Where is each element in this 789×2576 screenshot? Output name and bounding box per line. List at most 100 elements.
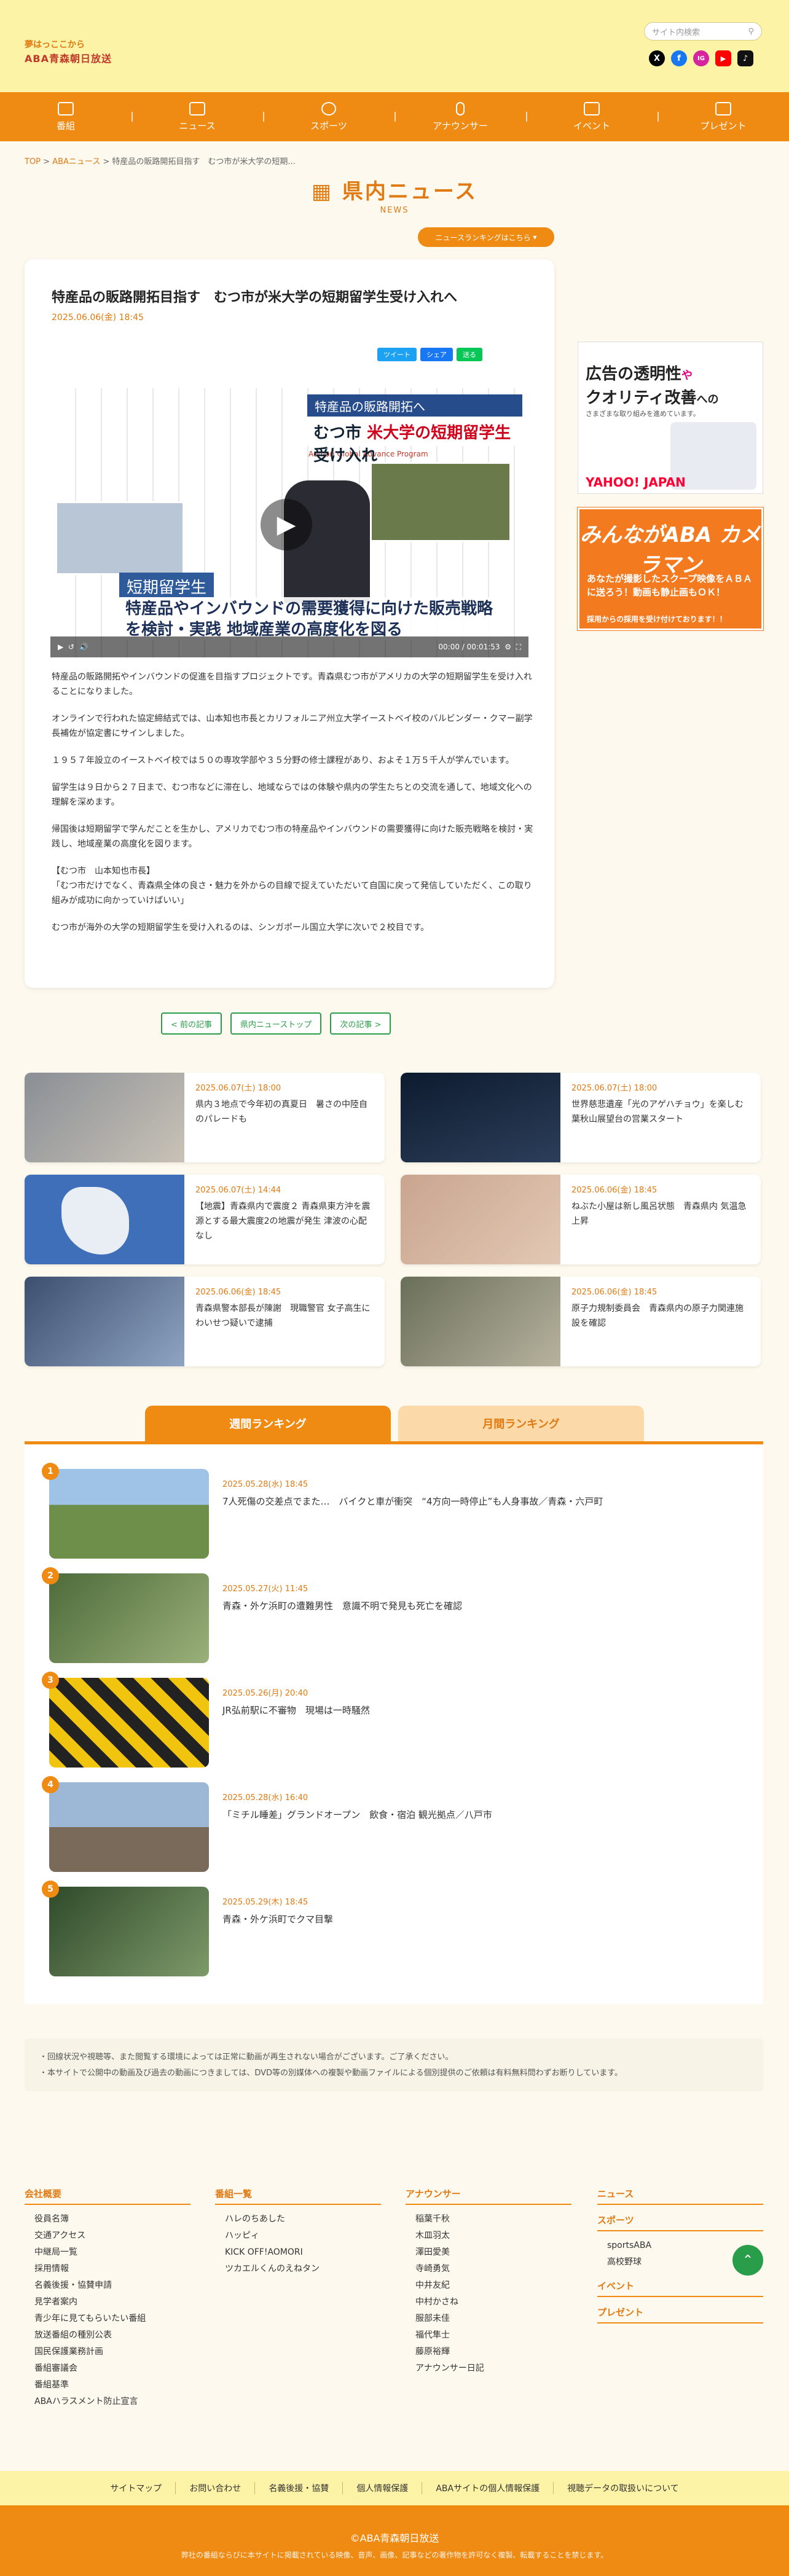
footer-bottom-link[interactable]: ABAサイトの個人情報保護 — [422, 2482, 553, 2494]
footer-heading[interactable]: 会社概要 — [25, 2187, 190, 2205]
footer-link[interactable]: 番組審議会 — [25, 2360, 190, 2377]
footer-link[interactable]: 中井友紀 — [406, 2277, 571, 2294]
footer-heading[interactable]: 番組一覧 — [215, 2187, 381, 2205]
back-to-top-icon[interactable]: ⌃ — [732, 2245, 763, 2276]
related-card[interactable]: 2025.06.06(金) 18:45 原子力規制委員会 青森県内の原子力関連施… — [401, 1277, 761, 1366]
related-card[interactable]: 2025.06.06(金) 18:45 青森県警本部長が陳謝 現職警官 女子高生… — [25, 1277, 385, 1366]
footer-link[interactable]: 役員名簿 — [25, 2211, 190, 2228]
footer-link[interactable]: 木皿羽太 — [406, 2228, 571, 2244]
footer-heading[interactable]: イベント — [597, 2279, 763, 2297]
ranking-item[interactable]: 2 2025.05.27(火) 11:45 青森・外ケ浜町の遭難男性 意識不明で… — [42, 1567, 725, 1666]
footer-link[interactable]: 採用情報 — [25, 2261, 190, 2277]
footer-link[interactable]: KICK OFF!AOMORI — [215, 2244, 381, 2261]
ranking-item[interactable]: 3 2025.05.26(月) 20:40 JR弘前駅に不審物 現場は一時騒然 — [42, 1672, 725, 1770]
footer-link[interactable]: 青少年に見てもらいたい番組 — [25, 2311, 190, 2327]
instagram-icon[interactable]: IG — [693, 50, 709, 66]
related-card[interactable]: 2025.06.07(土) 14:44 【地震】青森県内で震度２ 青森県東方沖を… — [25, 1175, 385, 1264]
footer-bottom-link[interactable]: 視聴データの取扱いについて — [553, 2482, 693, 2494]
nav-present[interactable]: プレゼント — [658, 92, 789, 141]
facebook-share-button[interactable]: シェア — [420, 348, 453, 361]
card-thumbnail — [25, 1277, 184, 1366]
tab-weekly-ranking[interactable]: 週間ランキング — [145, 1406, 391, 1441]
ranking-title: 青森・外ケ浜町でクマ目撃 — [222, 1914, 334, 1925]
card-date: 2025.06.07(土) 18:00 — [195, 1084, 281, 1093]
play-control-icon[interactable]: ▶ ↺ 🔊 — [58, 643, 88, 651]
footer-heading[interactable]: アナウンサー — [406, 2187, 571, 2205]
video-band-top: 特産品の販路開拓へ — [307, 394, 522, 417]
facebook-icon[interactable]: f — [671, 50, 687, 66]
x-icon[interactable]: X — [649, 50, 665, 66]
youtube-icon[interactable]: ▶ — [715, 50, 731, 66]
footer-link[interactable]: 中村かさね — [406, 2294, 571, 2311]
footer-bottom-link[interactable]: サイトマップ — [96, 2482, 175, 2494]
footer-link[interactable]: 番組基準 — [25, 2377, 190, 2394]
footer-link[interactable]: ツカエルくんのえねタン — [215, 2261, 381, 2277]
footer-link[interactable]: 服部未佳 — [406, 2311, 571, 2327]
article-pager: < 前の記事 県内ニューストップ 次の記事 > — [161, 1012, 391, 1035]
footer-link[interactable]: 藤原裕輝 — [406, 2344, 571, 2360]
ranking-item[interactable]: 1 2025.05.28(水) 18:45 7人死傷の交差点でまた… バイクと車… — [42, 1463, 725, 1561]
ranking-link-button[interactable]: ニュースランキングはこちら ▾ — [418, 227, 554, 247]
card-title: 原子力規制委員会 青森県内の原子力関連施設を確認 — [571, 1304, 744, 1328]
footer-link[interactable]: 稲葉千秋 — [406, 2211, 571, 2228]
band-emphasis: 米大学の短期留学生 — [367, 424, 511, 442]
footer-link[interactable]: 国民保護業務計画 — [25, 2344, 190, 2360]
nav-news[interactable]: ニュース — [132, 92, 263, 141]
yahoo-logo: YAHOO! JAPAN — [586, 475, 686, 490]
footer-link[interactable]: ABAハラスメント防止宣言 — [25, 2394, 190, 2410]
footer-link[interactable]: 見学者案内 — [25, 2294, 190, 2311]
crumb-news[interactable]: ABAニュース — [52, 157, 100, 166]
video-time: 00:00 / 00:01:53 — [438, 642, 500, 651]
fullscreen-icon[interactable]: ⛶ — [516, 643, 521, 651]
footer-link[interactable]: ハッピィ — [215, 2228, 381, 2244]
footer-link[interactable]: 寺崎勇気 — [406, 2261, 571, 2277]
nav-sports[interactable]: スポーツ — [263, 92, 394, 141]
yahoo-ad-banner[interactable]: 広告の透明性や クオリティ改善への さまざまな取り組みを進めています。 YAHOO… — [578, 342, 763, 494]
tweet-button[interactable]: ツイート — [377, 348, 417, 361]
tab-monthly-ranking[interactable]: 月間ランキング — [398, 1406, 644, 1441]
next-article-button[interactable]: 次の記事 > — [330, 1012, 391, 1035]
section-heading: ▦ 県内ニュース NEWS — [0, 174, 789, 215]
settings-icon[interactable]: ⚙ — [504, 643, 511, 651]
nav-programs[interactable]: 番組 — [0, 92, 132, 141]
footer-heading[interactable]: スポーツ — [597, 2214, 763, 2231]
footer-bottom-link[interactable]: 個人情報保護 — [342, 2482, 422, 2494]
footer-link[interactable]: 中継局一覧 — [25, 2244, 190, 2261]
footer-link[interactable]: アナウンサー日記 — [406, 2360, 571, 2377]
footer-link[interactable]: 名義後援・協賛申請 — [25, 2277, 190, 2294]
footer-link[interactable]: 澤田愛美 — [406, 2244, 571, 2261]
video-player[interactable]: Aomori Global Advance Program 特産品の販路開拓へ … — [50, 388, 528, 657]
footer-link[interactable]: ハレのちあした — [215, 2211, 381, 2228]
footer-link[interactable]: 放送番組の種別公表 — [25, 2327, 190, 2344]
footer-bottom-link[interactable]: 名義後援・協賛 — [254, 2482, 342, 2494]
footer-heading[interactable]: ニュース — [597, 2187, 763, 2205]
camera-ad-banner[interactable]: みんながABA カメラマン あなたが撮影したスクープ映像をＡＢＡに送ろう！動画も… — [577, 507, 764, 631]
related-card[interactable]: 2025.06.07(土) 18:00 県内３地点で今年初の真夏日 暑さの中陸自… — [25, 1073, 385, 1162]
tiktok-icon[interactable]: ♪ — [737, 50, 753, 66]
footer-link[interactable]: 交通アクセス — [25, 2228, 190, 2244]
ranking-item[interactable]: 5 2025.05.29(木) 18:45 青森・外ケ浜町でクマ目撃 — [42, 1881, 725, 1979]
crumb-top[interactable]: TOP — [25, 157, 41, 166]
ranking-thumbnail — [49, 1469, 209, 1559]
band-prefix: むつ市 — [313, 424, 367, 442]
site-logo[interactable]: 夢はっここから ABA青森朝日放送 — [25, 38, 147, 71]
article-paragraph: 特産品の販路開拓やインバウンドの促進を目指すプロジェクトです。青森県むつ市がアメ… — [52, 672, 532, 697]
card-title: 【地震】青森県内で震度２ 青森県東方沖を震源とする最大震度2の地震が発生 津波の… — [195, 1202, 371, 1241]
ranking-title: JR弘前駅に不審物 現場は一時騒然 — [222, 1705, 370, 1716]
news-top-button[interactable]: 県内ニューストップ — [230, 1012, 322, 1035]
footer-heading[interactable]: プレゼント — [597, 2306, 763, 2323]
footer-link[interactable]: 福代隼士 — [406, 2327, 571, 2344]
ad2-footer: 採用からの採用を受け付けております！！ — [587, 615, 727, 624]
related-card[interactable]: 2025.06.07(土) 18:00 世界慈悲遺産「光のアゲハチョウ」を楽しむ… — [401, 1073, 761, 1162]
footer-bottom-link[interactable]: お問い合わせ — [175, 2482, 254, 2494]
play-icon[interactable]: ▶ — [261, 499, 312, 550]
ranking-item[interactable]: 4 2025.05.28(水) 16:40 「ミチル睡差」グランドオープン 飲食… — [42, 1776, 725, 1874]
line-send-button[interactable]: 送る — [457, 348, 482, 361]
search-icon[interactable]: ⚲ — [748, 27, 754, 36]
search-input[interactable]: サイト内検索 ⚲ — [644, 22, 762, 41]
prev-article-button[interactable]: < 前の記事 — [161, 1012, 222, 1035]
card-thumbnail — [401, 1175, 560, 1264]
related-card[interactable]: 2025.06.06(金) 18:45 ねぶた小屋は新し風呂状態 青森県内 気温… — [401, 1175, 761, 1264]
nav-announcer[interactable]: アナウンサー — [394, 92, 526, 141]
nav-events[interactable]: イベント — [526, 92, 658, 141]
